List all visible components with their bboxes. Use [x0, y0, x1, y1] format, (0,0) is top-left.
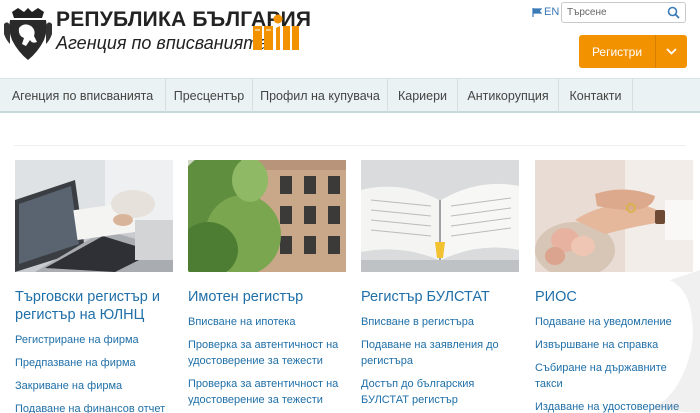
- card-commercial-register: Търговски регистър и регистър на ЮЛНЦ Ре…: [15, 160, 173, 413]
- nav-item-agency[interactable]: Агенция по вписванията: [0, 79, 166, 112]
- card-link[interactable]: Подаване на заявления до регистъра: [361, 337, 519, 369]
- search-input[interactable]: [567, 5, 667, 20]
- site-header: РЕПУБЛИКА БЪЛГАРИЯ Агенция по вписваният…: [0, 0, 700, 78]
- card-image-building[interactable]: [188, 160, 346, 272]
- coat-of-arms-watermark: [650, 270, 700, 413]
- card-image-book[interactable]: [361, 160, 519, 272]
- coat-of-arms-logo[interactable]: [4, 6, 52, 62]
- card-link[interactable]: Вписване в регистъра: [361, 314, 519, 330]
- card-link[interactable]: Проверка за автентичност на удостоверени…: [188, 337, 346, 369]
- card-property-register: Имотен регистър Вписване на ипотека Пров…: [188, 160, 346, 413]
- nav-item-careers[interactable]: Кариери: [388, 79, 458, 112]
- card-title[interactable]: Имотен регистър: [188, 288, 346, 306]
- card-bulstat-register: Регистър БУЛСТАТ Вписване в регистъра По…: [361, 160, 519, 413]
- card-image-wedding[interactable]: [535, 160, 693, 272]
- card-link[interactable]: Регистриране на фирма: [15, 332, 173, 348]
- search-icon[interactable]: [667, 6, 680, 19]
- flag-icon: [532, 7, 542, 17]
- card-link-list: Регистриране на фирма Предпазване на фир…: [15, 332, 173, 413]
- card-link[interactable]: Проверка за автентичност на удостоверени…: [188, 376, 346, 408]
- card-title[interactable]: Регистър БУЛСТАТ: [361, 288, 519, 306]
- card-title[interactable]: Търговски регистър и регистър на ЮЛНЦ: [15, 288, 173, 324]
- nav-item-press-center[interactable]: Пресцентър: [166, 79, 253, 112]
- agency-brand-icon: [253, 14, 299, 50]
- card-link-list: Вписване в регистъра Подаване на заявлен…: [361, 314, 519, 408]
- content-divider: [14, 145, 686, 146]
- card-link-list: Вписване на ипотека Проверка за автентич…: [188, 314, 346, 408]
- chevron-down-icon[interactable]: [655, 35, 687, 68]
- language-label: EN: [544, 6, 560, 18]
- card-link[interactable]: Предпазване на фирма: [15, 355, 173, 371]
- card-link[interactable]: Вписване на ипотека: [188, 314, 346, 330]
- card-image-laptop[interactable]: [15, 160, 173, 272]
- main-nav: Агенция по вписванията Пресцентър Профил…: [0, 78, 700, 113]
- nav-item-anticorruption[interactable]: Антикорупция: [458, 79, 559, 112]
- card-link[interactable]: Достъп до българския БУЛСТАТ регистър: [361, 376, 519, 408]
- language-switch[interactable]: EN: [532, 6, 559, 18]
- registers-button-label: Регистри: [591, 44, 643, 59]
- card-link[interactable]: Закриване на фирма: [15, 378, 173, 394]
- nav-item-contacts[interactable]: Контакти: [559, 79, 633, 112]
- search-box: [561, 2, 686, 23]
- registers-dropdown-button[interactable]: Регистри: [579, 35, 687, 68]
- nav-item-buyer-profile[interactable]: Профил на купувача: [253, 79, 388, 112]
- card-link[interactable]: Подаване на финансов отчет: [15, 401, 173, 413]
